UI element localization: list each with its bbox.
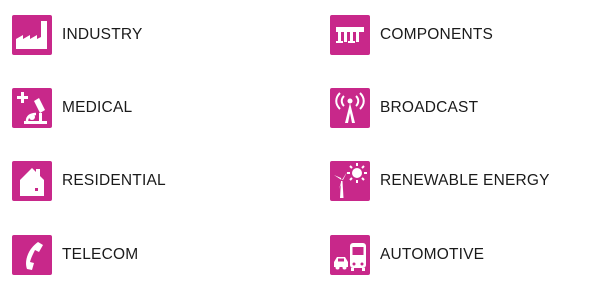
wind-sun-icon bbox=[330, 161, 370, 201]
category-label: COMPONENTS bbox=[380, 26, 494, 43]
category-components[interactable]: COMPONENTS bbox=[330, 15, 493, 55]
vehicles-icon bbox=[330, 235, 370, 275]
category-label: INDUSTRY bbox=[62, 26, 143, 43]
category-broadcast[interactable]: BROADCAST bbox=[330, 88, 478, 128]
antenna-icon bbox=[330, 88, 370, 128]
microscope-icon bbox=[12, 88, 52, 128]
category-renewable-energy[interactable]: RENEWABLE ENERGY bbox=[330, 161, 550, 201]
chip-icon bbox=[330, 15, 370, 55]
phone-handset-icon bbox=[12, 235, 52, 275]
category-automotive[interactable]: AUTOMOTIVE bbox=[330, 235, 484, 275]
category-label: BROADCAST bbox=[380, 99, 479, 116]
category-label: MEDICAL bbox=[62, 99, 133, 116]
category-industry[interactable]: INDUSTRY bbox=[12, 15, 143, 55]
category-residential[interactable]: RESIDENTIAL bbox=[12, 161, 166, 201]
category-label: AUTOMOTIVE bbox=[380, 246, 485, 263]
category-telecom[interactable]: TELECOM bbox=[12, 235, 138, 275]
category-medical[interactable]: MEDICAL bbox=[12, 88, 132, 128]
category-label: RESIDENTIAL bbox=[62, 172, 166, 189]
factory-icon bbox=[12, 15, 52, 55]
category-label: TELECOM bbox=[62, 246, 139, 263]
category-label: RENEWABLE ENERGY bbox=[380, 172, 550, 189]
house-icon bbox=[12, 161, 52, 201]
